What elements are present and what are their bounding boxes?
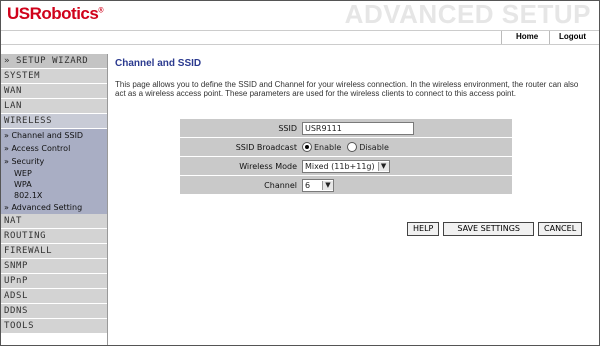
sidebar-item-firewall[interactable]: FIREWALL — [1, 244, 107, 259]
channel-value: 6 — [305, 180, 311, 190]
channel-row: Channel 6 ▼ — [180, 176, 512, 195]
help-button[interactable]: HELP — [407, 222, 440, 236]
sidebar-item-setup-wizard[interactable]: » SETUP WIZARD — [1, 54, 107, 69]
sidebar-item-nat[interactable]: NAT — [1, 214, 107, 229]
home-link[interactable]: Home — [516, 32, 538, 41]
wireless-mode-label: Wireless Mode — [239, 161, 297, 171]
brand-logo: USRobotics® — [7, 4, 104, 23]
enable-radio[interactable] — [302, 142, 312, 152]
sidebar-item-access-control[interactable]: » Access Control — [4, 142, 107, 155]
sidebar-item-wep[interactable]: WEP — [4, 168, 107, 179]
chevron-down-icon: ▼ — [377, 161, 389, 171]
sidebar-item-security[interactable]: » Security — [4, 155, 107, 168]
top-nav-bar: Home Logout — [1, 30, 599, 45]
sidebar-item-snmp[interactable]: SNMP — [1, 259, 107, 274]
wireless-mode-row: Wireless Mode Mixed (11b+11g) ▼ — [180, 157, 512, 176]
ssid-broadcast-row: SSID Broadcast Enable Disable — [180, 138, 512, 157]
sidebar-item-adsl[interactable]: ADSL — [1, 289, 107, 304]
logout-link[interactable]: Logout — [559, 32, 586, 41]
app-window: USRobotics® ADVANCED SETUP Home Logout »… — [0, 0, 600, 346]
divider — [501, 31, 502, 44]
chevron-down-icon: ▼ — [322, 180, 333, 190]
channel-select[interactable]: 6 ▼ — [302, 178, 334, 192]
sidebar-item-wireless[interactable]: WIRELESS — [1, 114, 107, 129]
sidebar-item-wan[interactable]: WAN — [1, 84, 107, 99]
ssid-row: SSID USR9111 — [180, 119, 512, 138]
page-description: This page allows you to define the SSID … — [115, 80, 579, 98]
action-buttons: HELP SAVE SETTINGS CANCEL — [407, 222, 583, 236]
divider — [549, 31, 550, 44]
sidebar-item-channel-ssid[interactable]: » Channel and SSID — [4, 129, 107, 142]
sidebar-item-upnp[interactable]: UPnP — [1, 274, 107, 289]
ssid-broadcast-label: SSID Broadcast — [235, 142, 297, 152]
save-settings-button[interactable]: SAVE SETTINGS — [443, 222, 535, 236]
sidebar-item-wpa[interactable]: WPA — [4, 179, 107, 190]
ssid-input[interactable]: USR9111 — [302, 121, 414, 135]
sidebar-item-advanced-setting[interactable]: » Advanced Setting — [4, 201, 107, 214]
sidebar: » SETUP WIZARD SYSTEM WAN LAN WIRELESS »… — [1, 54, 108, 345]
enable-radio-label: Enable — [314, 142, 342, 152]
disable-radio[interactable] — [347, 142, 358, 152]
channel-label: Channel — [264, 180, 297, 190]
sidebar-item-8021x[interactable]: 802.1X — [4, 190, 107, 201]
main-content: Channel and SSID This page allows you to… — [115, 54, 593, 236]
sidebar-item-routing[interactable]: ROUTING — [1, 229, 107, 244]
sidebar-item-system[interactable]: SYSTEM — [1, 69, 107, 84]
cancel-button[interactable]: CANCEL — [538, 222, 583, 236]
page-banner: ADVANCED SETUP — [344, 0, 591, 29]
header: USRobotics® ADVANCED SETUP — [1, 1, 599, 29]
wireless-submenu: » Channel and SSID » Access Control » Se… — [1, 129, 107, 214]
wireless-mode-select[interactable]: Mixed (11b+11g) ▼ — [302, 159, 390, 173]
page-title: Channel and SSID — [115, 58, 202, 69]
settings-form: SSID USR9111 SSID Broadcast Enable Disab… — [180, 119, 512, 195]
sidebar-item-tools[interactable]: TOOLS — [1, 319, 107, 334]
sidebar-item-ddns[interactable]: DDNS — [1, 304, 107, 319]
wireless-mode-value: Mixed (11b+11g) — [305, 161, 375, 171]
disable-radio-label: Disable — [359, 142, 389, 152]
ssid-label: SSID — [278, 123, 297, 133]
sidebar-item-lan[interactable]: LAN — [1, 99, 107, 114]
